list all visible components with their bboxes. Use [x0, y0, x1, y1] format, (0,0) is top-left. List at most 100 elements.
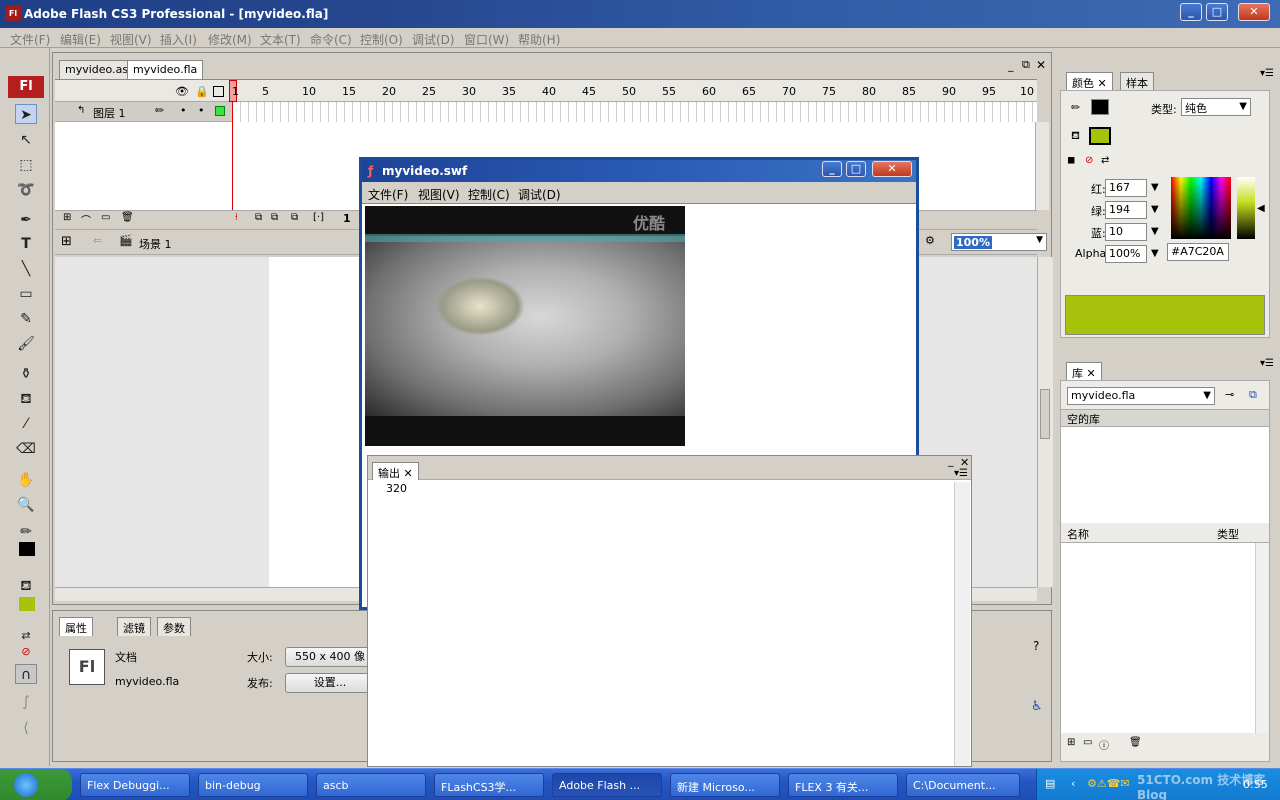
panel-options-icon[interactable]: ▾☰ — [1260, 358, 1274, 369]
hex-input[interactable]: #A7C20A — [1167, 243, 1229, 261]
close-icon[interactable]: ✕ — [1098, 77, 1107, 90]
new-symbol-icon[interactable]: ⊞ — [1067, 737, 1075, 748]
taskbar-item-ascb[interactable]: ascb — [316, 773, 426, 797]
swf-menu-view[interactable]: 视图(V) — [418, 186, 460, 203]
chevron-down-icon[interactable]: ▼ — [1151, 248, 1159, 259]
chevron-down-icon[interactable]: ▼ — [1151, 226, 1159, 237]
taskbar-item-flex3[interactable]: FLEX 3 有关... — [788, 773, 898, 797]
menu-view[interactable]: 视图(V) — [110, 31, 152, 48]
taskbar-item-bin-debug[interactable]: bin-debug — [198, 773, 308, 797]
chevron-down-icon[interactable]: ▼ — [1151, 204, 1159, 215]
center-frame-icon[interactable]: ⍿ — [235, 212, 238, 223]
swf-close-button[interactable]: ✕ — [872, 161, 912, 177]
eye-icon[interactable]: 👁 — [175, 85, 189, 98]
video-player[interactable]: 优酷 — [365, 206, 685, 446]
tab-myvideo-fla[interactable]: myvideo.fla — [127, 60, 204, 79]
free-transform-tool-icon[interactable]: ⬚ — [15, 155, 37, 175]
lock-icon[interactable]: 🔒 — [195, 85, 209, 98]
fill-bucket-icon[interactable]: ⛾ — [15, 576, 37, 596]
hand-tool-icon[interactable]: ✋ — [15, 470, 37, 490]
paint-bucket-tool-icon[interactable]: ⛾ — [15, 389, 37, 409]
tab-parameters[interactable]: 参数 — [157, 617, 191, 636]
fill-swatch[interactable] — [1089, 127, 1111, 145]
menu-text[interactable]: 文本(T) — [260, 31, 301, 48]
subselection-tool-icon[interactable]: ↖ — [15, 130, 37, 150]
visible-dot[interactable]: • — [180, 104, 187, 117]
back-arrow-icon[interactable]: ⇐ — [93, 234, 102, 247]
swf-menu-control[interactable]: 控制(C) — [468, 186, 510, 203]
text-tool-icon[interactable]: T — [15, 234, 37, 254]
chevron-down-icon[interactable]: ▼ — [1151, 182, 1159, 193]
scene-label[interactable]: 场景 1 — [139, 236, 172, 252]
zoom-tool-icon[interactable]: 🔍 — [15, 495, 37, 515]
tab-filters[interactable]: 滤镜 — [117, 617, 151, 636]
desktop-icon[interactable]: ▤ — [1045, 777, 1055, 790]
layer-outline-color[interactable] — [215, 106, 225, 116]
line-tool-icon[interactable]: ╲ — [15, 259, 37, 279]
menu-debug[interactable]: 调试(D) — [412, 31, 455, 48]
frame-cells[interactable] — [233, 102, 1037, 122]
minimize-button[interactable]: _ — [1180, 3, 1202, 21]
tab-library[interactable]: 库 ✕ — [1066, 362, 1102, 381]
menu-file[interactable]: 文件(F) — [10, 31, 50, 48]
doc-minimize-icon[interactable]: _ — [1008, 59, 1014, 72]
tab-properties[interactable]: 属性 — [59, 617, 93, 636]
taskbar-item-flashcs3[interactable]: FLashCS3学... — [434, 773, 544, 797]
selection-tool-icon[interactable]: ➤ — [15, 104, 37, 124]
swf-menu-file[interactable]: 文件(F) — [368, 186, 408, 203]
swf-menu-debug[interactable]: 调试(D) — [518, 186, 561, 203]
column-type[interactable]: 类型 — [1217, 526, 1239, 542]
default-colors-icon[interactable]: ◼ — [1067, 155, 1075, 166]
tab-output[interactable]: 输出 ✕ — [372, 462, 419, 480]
tray-expand-icon[interactable]: ‹ — [1071, 777, 1075, 790]
close-button[interactable]: ✕ — [1238, 3, 1270, 21]
output-vscroll[interactable] — [954, 482, 970, 766]
start-button[interactable] — [0, 769, 72, 800]
taskbar-item-documents[interactable]: C:\Document... — [906, 773, 1020, 797]
taskbar-item-adobe-flash[interactable]: Adobe Flash ... — [552, 773, 662, 797]
stroke-color-swatch[interactable] — [19, 542, 35, 556]
swf-minimize-button[interactable]: _ — [822, 161, 842, 177]
brush-tool-icon[interactable]: 🖌 — [15, 334, 37, 354]
new-library-icon[interactable]: ⧉ — [1249, 388, 1257, 402]
outline-icon[interactable] — [213, 86, 224, 97]
onion-skin-icon[interactable]: ⧉ — [255, 212, 262, 223]
library-list[interactable] — [1061, 543, 1255, 733]
output-minimize-icon[interactable]: _ — [948, 454, 954, 467]
snap-magnet-icon[interactable]: ∩ — [15, 664, 37, 684]
doc-restore-icon[interactable]: ⧉ — [1022, 58, 1030, 72]
stage-vscroll[interactable] — [1037, 257, 1053, 587]
brightness-slider[interactable] — [1237, 177, 1255, 239]
menu-insert[interactable]: 插入(I) — [160, 31, 197, 48]
library-vscroll[interactable] — [1255, 543, 1269, 733]
panel-options-icon[interactable]: ▾☰ — [954, 468, 968, 479]
straighten-icon[interactable]: ⟨ — [15, 718, 37, 738]
layer-name[interactable]: 图层 1 — [93, 105, 126, 121]
menu-modify[interactable]: 修改(M) — [208, 31, 252, 48]
document-size-button[interactable]: 550 x 400 像 — [285, 647, 375, 667]
new-folder-icon[interactable]: ▭ — [1083, 737, 1092, 748]
menu-edit[interactable]: 编辑(E) — [60, 31, 101, 48]
eyedropper-tool-icon[interactable]: ⁄ — [15, 414, 37, 434]
swap-colors-icon[interactable]: ⇄ — [1101, 155, 1109, 166]
modify-markers-icon[interactable]: [·] — [313, 212, 324, 223]
eraser-tool-icon[interactable]: ⌫ — [15, 439, 37, 459]
close-icon[interactable]: ✕ — [404, 467, 413, 480]
tray-icons[interactable]: ⚙⚠☎✉ — [1087, 777, 1130, 790]
panel-options-icon[interactable]: ▾☰ — [1260, 68, 1274, 79]
lasso-tool-icon[interactable]: ➰ — [15, 180, 37, 200]
timeline-vscroll[interactable] — [1035, 122, 1049, 210]
color-type-select[interactable]: 纯色 ▼ — [1181, 98, 1251, 116]
tab-myvideo-as[interactable]: myvideo.as — [59, 60, 135, 79]
maximize-button[interactable]: □ — [1206, 3, 1228, 21]
menu-help[interactable]: 帮助(H) — [518, 31, 560, 48]
rectangle-tool-icon[interactable]: ▭ — [15, 284, 37, 304]
slider-arrow-icon[interactable]: ◀ — [1257, 203, 1265, 214]
menu-commands[interactable]: 命令(C) — [310, 31, 352, 48]
doc-close-icon[interactable]: ✕ — [1036, 58, 1046, 72]
zoom-select[interactable]: 100% ▼ — [951, 233, 1047, 251]
alpha-input[interactable]: 100% — [1105, 245, 1147, 263]
green-input[interactable]: 194 — [1105, 201, 1147, 219]
taskbar-item-new-microsoft[interactable]: 新建 Microso... — [670, 773, 780, 797]
delete-icon[interactable]: 🗑 — [1129, 737, 1142, 748]
